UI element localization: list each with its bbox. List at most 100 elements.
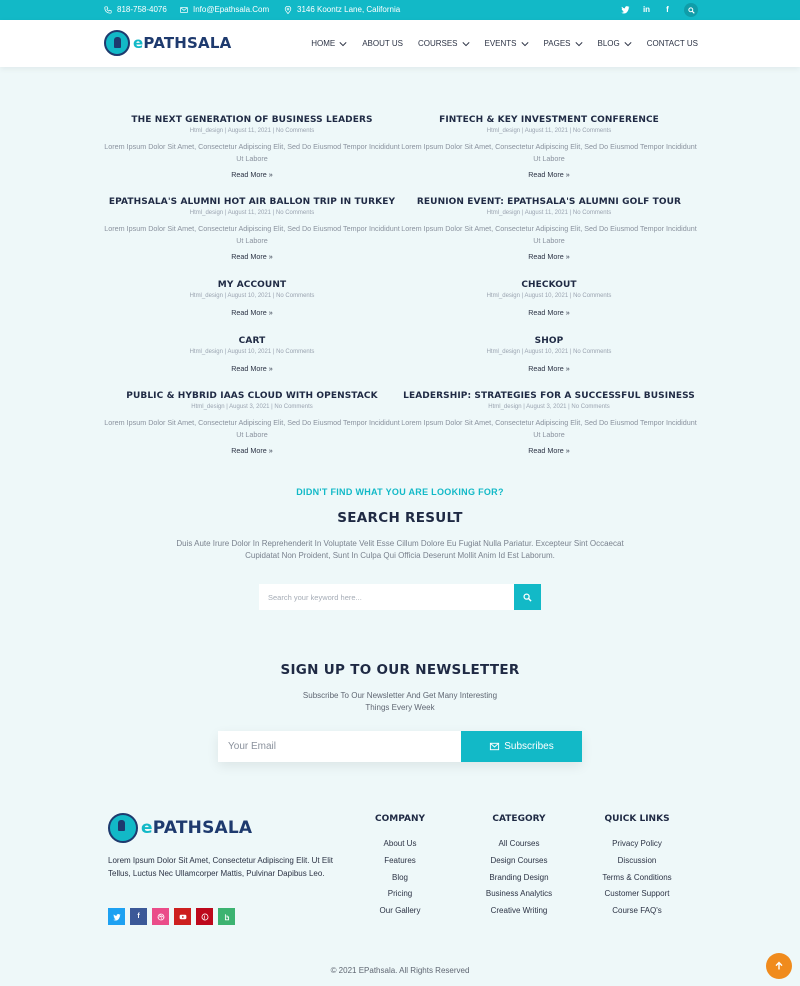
newsletter-email-input[interactable] [218,731,461,762]
search-description: Duis Aute Irure Dolor In Reprehenderit I… [176,539,624,560]
post-excerpt: Lorem Ipsum Dolor Sit Amet, Consectetur … [104,418,400,439]
post-card: REUNION EVENT: EPATHSALA'S ALUMNI GOLF T… [401,197,697,264]
chevron-down-icon [520,41,529,46]
main-header: ePATHSALA HOME ABOUT US COURSES EVENTS P… [0,20,800,67]
read-more-link[interactable]: Read More » [231,308,273,317]
nav-courses[interactable]: COURSES [418,39,470,48]
twitter-icon[interactable] [621,4,630,15]
copyright-text: © 2021 EPathsala. All Rights Reserved [330,966,470,975]
footer-link[interactable]: Course FAQ's [577,903,697,920]
post-meta: Html_design | August 3, 2021 | No Commen… [488,404,610,410]
read-more-link[interactable]: Read More » [528,170,570,179]
logo-mark-icon [108,813,138,843]
arrow-up-icon [775,961,783,970]
logo-prefix: e [133,34,144,52]
nav-about-us[interactable]: ABOUT US [362,39,403,48]
twitter-icon[interactable] [108,908,125,925]
chevron-down-icon [461,41,470,46]
post-title[interactable]: FINTECH & KEY INVESTMENT CONFERENCE [401,115,697,125]
post-meta: Html_design | August 11, 2021 | No Comme… [189,210,315,216]
post-title[interactable]: MY ACCOUNT [104,280,400,290]
post-meta: Html_design | August 11, 2021 | No Comme… [486,128,612,134]
post-excerpt: Lorem Ipsum Dolor Sit Amet, Consectetur … [104,224,400,245]
facebook-icon[interactable]: f [130,908,147,925]
email-info[interactable]: Info@Epathsala.Com [180,5,269,14]
post-meta: Html_design | August 10, 2021 | No Comme… [486,293,612,299]
footer-link[interactable]: Our Gallery [340,903,460,920]
nav-contact-us[interactable]: CONTACT US [647,39,698,48]
mail-icon [180,6,188,13]
post-card: EPATHSALA'S ALUMNI HOT AIR BALLON TRIP I… [104,197,400,264]
post-card: PUBLIC & HYBRID IAAS CLOUD WITH OPENSTAC… [104,391,400,458]
post-meta: Html_design | August 10, 2021 | No Comme… [189,293,315,299]
site-logo[interactable]: ePATHSALA [104,30,231,56]
phone-info[interactable]: 818-758-4076 [104,5,167,14]
footer-link[interactable]: Privacy Policy [577,836,697,853]
nav-pages[interactable]: PAGES [544,39,583,48]
footer-link[interactable]: Blog [340,870,460,887]
pinterest-icon[interactable] [196,908,213,925]
footer-link[interactable]: Features [340,853,460,870]
footer-about-text: Lorem Ipsum Dolor Sit Amet, Consectetur … [108,856,333,878]
chevron-down-icon [624,41,632,46]
footer-link[interactable]: Discussion [577,853,697,870]
newsletter-title: SIGN UP TO OUR NEWSLETTER [280,662,520,678]
footer-logo[interactable]: ePATHSALA [108,813,252,843]
footer-column-heading: QUICK LINKS [604,814,670,824]
post-meta: Html_design | August 10, 2021 | No Comme… [189,349,315,355]
post-title[interactable]: SHOP [401,336,697,346]
search-input[interactable] [259,584,514,610]
footer-link[interactable]: About Us [340,836,460,853]
houzz-icon[interactable] [218,908,235,925]
nav-home[interactable]: HOME [311,39,347,48]
subscribe-label: Subscribes [504,741,554,752]
footer-column-company: COMPANY About Us Features Blog Pricing O… [340,814,460,920]
facebook-icon[interactable]: f [663,4,672,15]
read-more-link[interactable]: Read More » [231,446,273,455]
scroll-to-top-button[interactable] [766,953,792,979]
newsletter-description: Subscribe To Our Newsletter And Get Many… [302,691,498,712]
search-submit-button[interactable] [514,584,541,610]
footer-link[interactable]: Pricing [340,886,460,903]
logo-text: PATHSALA [143,34,232,52]
read-more-link[interactable]: Read More » [231,364,273,373]
footer-link[interactable]: Branding Design [459,870,579,887]
post-title[interactable]: PUBLIC & HYBRID IAAS CLOUD WITH OPENSTAC… [104,391,400,401]
logo-mark-icon [104,30,130,56]
post-title[interactable]: REUNION EVENT: EPATHSALA'S ALUMNI GOLF T… [401,197,697,207]
footer-column-quick-links: QUICK LINKS Privacy Policy Discussion Te… [577,814,697,920]
footer-link[interactable]: Design Courses [459,853,579,870]
logo-prefix: e [141,818,153,838]
post-title[interactable]: CHECKOUT [401,280,697,290]
post-title[interactable]: CART [104,336,400,346]
subscribe-button[interactable]: Subscribes [461,731,582,762]
read-more-link[interactable]: Read More » [231,170,273,179]
post-card: THE NEXT GENERATION OF BUSINESS LEADERS … [104,115,400,182]
paper-plane-icon [490,742,500,751]
topbar-search-button[interactable] [684,3,698,17]
post-title[interactable]: EPATHSALA'S ALUMNI HOT AIR BALLON TRIP I… [104,197,400,207]
nav-events[interactable]: EVENTS [485,39,529,48]
linkedin-icon[interactable]: in [642,4,651,15]
post-meta: Html_design | August 11, 2021 | No Comme… [189,128,315,134]
read-more-link[interactable]: Read More » [528,446,570,455]
post-title[interactable]: LEADERSHIP: STRATEGIES FOR A SUCCESSFUL … [401,391,697,401]
footer-link[interactable]: Customer Support [577,886,697,903]
post-excerpt: Lorem Ipsum Dolor Sit Amet, Consectetur … [401,418,697,439]
footer-column-heading: COMPANY [375,814,425,824]
read-more-link[interactable]: Read More » [528,308,570,317]
nav-blog[interactable]: BLOG [598,39,632,48]
footer-link[interactable]: All Courses [459,836,579,853]
post-title[interactable]: THE NEXT GENERATION OF BUSINESS LEADERS [104,115,400,125]
top-bar: 818-758-4076 Info@Epathsala.Com 3146 Koo… [0,0,800,20]
search-result-title: SEARCH RESULT [337,510,463,526]
email-address: Info@Epathsala.Com [193,5,270,14]
footer-link[interactable]: Business Analytics [459,886,579,903]
footer-link[interactable]: Creative Writing [459,903,579,920]
youtube-icon[interactable] [174,908,191,925]
read-more-link[interactable]: Read More » [528,252,570,261]
dribbble-icon[interactable] [152,908,169,925]
footer-link[interactable]: Terms & Conditions [577,870,697,887]
read-more-link[interactable]: Read More » [528,364,570,373]
read-more-link[interactable]: Read More » [231,252,273,261]
